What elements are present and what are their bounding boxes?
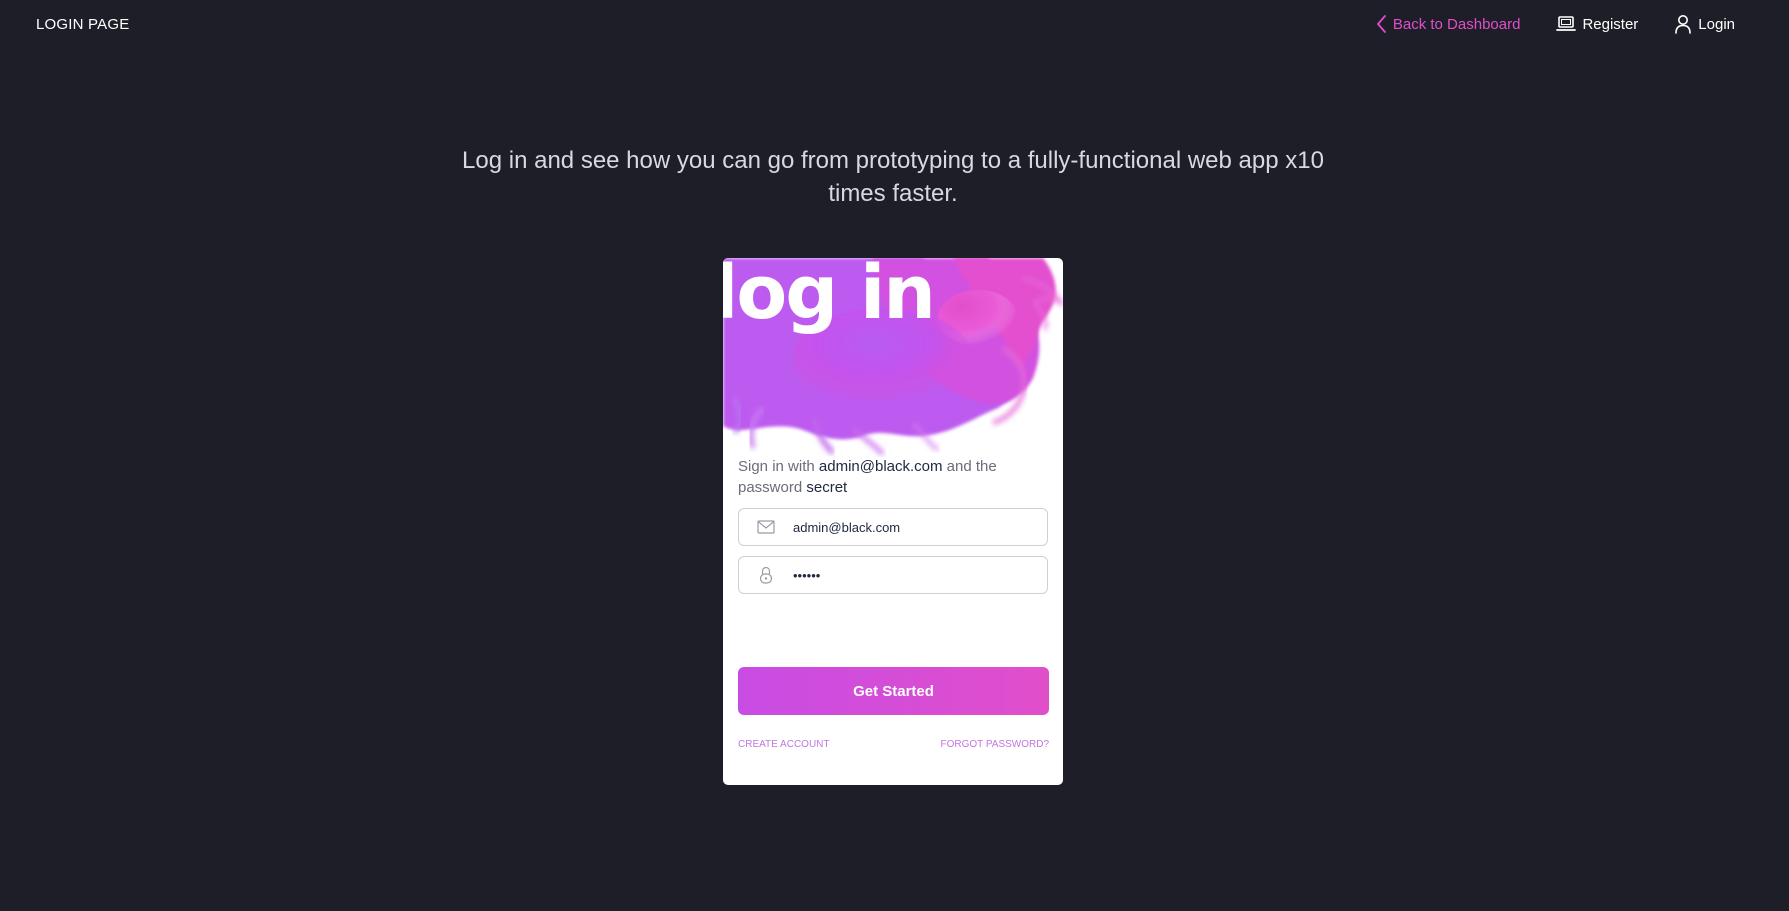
back-to-dashboard-label: Back to Dashboard (1392, 15, 1521, 33)
lock-icon (739, 566, 793, 584)
back-to-dashboard-link[interactable]: Back to Dashboard (1375, 14, 1521, 34)
hint-email: admin@black.com (818, 458, 943, 475)
chevron-left-icon (1375, 14, 1387, 34)
register-link[interactable]: Register (1556, 15, 1638, 33)
login-label: Login (1698, 15, 1735, 33)
get-started-button[interactable]: Get Started (738, 667, 1049, 715)
navbar: LOGIN PAGE Back to Dashboard Register Lo… (0, 0, 1789, 52)
user-icon (1674, 14, 1692, 34)
login-card: log in Sign in with admin@black.com and … (723, 258, 1063, 785)
nav-links: Back to Dashboard Register Login (1375, 14, 1735, 34)
email-field[interactable] (738, 508, 1048, 546)
card-title: log in (723, 258, 936, 336)
page-headline: Log in and see how you can go from proto… (462, 147, 1324, 207)
hint-password: secret (806, 479, 848, 496)
create-account-link[interactable]: Create Account (738, 739, 830, 750)
password-input[interactable] (793, 567, 1033, 583)
forgot-password-link[interactable]: Forgot Password? (940, 739, 1049, 750)
login-link[interactable]: Login (1674, 14, 1735, 34)
login-hint: Sign in with admin@black.com and the pas… (738, 456, 1048, 498)
laptop-icon (1556, 15, 1577, 33)
password-field[interactable] (738, 556, 1048, 594)
hint-prefix: Sign in with (738, 458, 815, 475)
email-input[interactable] (793, 519, 1033, 535)
card-header: log in (723, 258, 1063, 458)
envelope-icon (739, 520, 793, 534)
register-label: Register (1582, 15, 1639, 33)
brand-title[interactable]: LOGIN PAGE (36, 16, 129, 33)
